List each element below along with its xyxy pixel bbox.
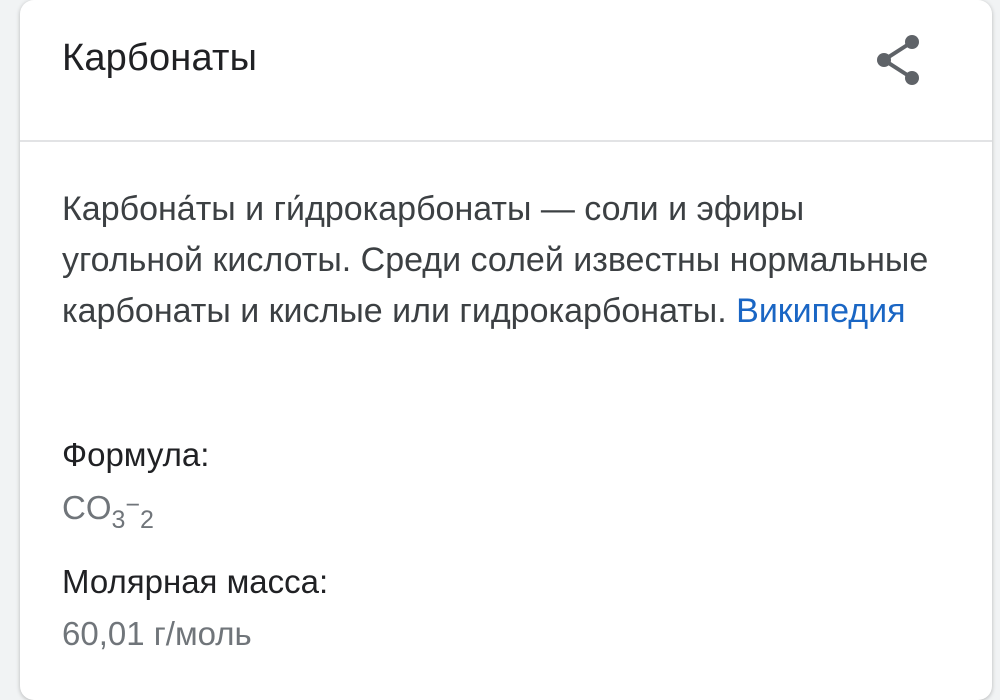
card-title: Карбонаты (62, 37, 258, 79)
formula-subscript: 3 (111, 506, 126, 534)
wikipedia-link[interactable]: Википедия (736, 292, 905, 330)
share-button[interactable] (866, 28, 930, 92)
knowledge-card: Карбонаты Карбона́ты и ги́дрокарбонаты —… (20, 0, 992, 700)
molar-mass-value: 60,01 г/моль (62, 615, 252, 652)
card-header: Карбонаты (20, 0, 992, 142)
formula-charge-number: 2 (140, 506, 154, 534)
description: Карбона́ты и ги́дрокарбонаты — соли и эф… (62, 184, 942, 337)
formula-label: Формула: (62, 436, 210, 473)
formula-value: CO3−2 (62, 484, 154, 541)
molar-mass-label: Молярная масса: (62, 563, 329, 600)
formula-charge-sign: − (125, 491, 141, 519)
formula-base: CO (62, 489, 112, 526)
share-icon (877, 35, 919, 85)
